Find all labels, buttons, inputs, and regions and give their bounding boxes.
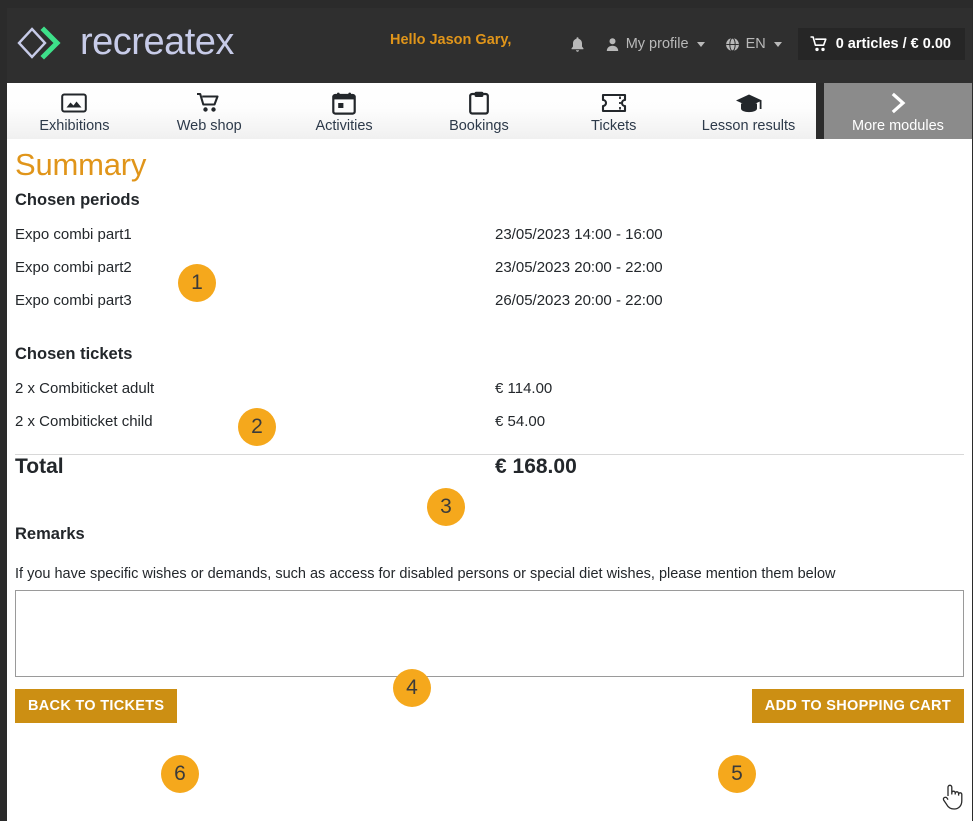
remarks-input[interactable] xyxy=(15,590,964,677)
nav-label-bookings: Bookings xyxy=(449,118,509,134)
image-icon xyxy=(61,90,88,116)
annotation-badge-2: 2 xyxy=(238,408,276,446)
nav-item-more-modules[interactable]: More modules xyxy=(823,83,972,139)
chosen-tickets-list: 2 x Combiticket adult € 114.00 2 x Combi… xyxy=(15,380,964,446)
page-title: Summary xyxy=(15,147,147,182)
site-header: recreatex Hello Jason Gary, My profile E… xyxy=(7,8,972,83)
notifications-button[interactable] xyxy=(560,31,595,58)
globe-icon xyxy=(725,37,739,51)
brand-logo[interactable]: recreatex xyxy=(14,21,234,64)
brand-name: recreatex xyxy=(80,21,234,63)
cart-label: 0 articles / € 0.00 xyxy=(835,36,951,52)
calendar-icon xyxy=(332,90,356,116)
period-name: Expo combi part2 xyxy=(15,259,132,276)
nav-item-exhibitions[interactable]: Exhibitions xyxy=(7,83,142,139)
my-profile-menu[interactable]: My profile xyxy=(595,31,715,57)
nav-label-more-modules: More modules xyxy=(852,118,944,134)
remarks-description: If you have specific wishes or demands, … xyxy=(15,566,836,582)
main-content: Summary Chosen periods Expo combi part1 … xyxy=(7,139,972,813)
ticket-price: € 54.00 xyxy=(495,413,546,430)
recreatex-logo-icon xyxy=(17,25,61,60)
nav-item-activities[interactable]: Activities xyxy=(277,83,412,139)
greeting-text: Hello Jason Gary, xyxy=(390,32,512,48)
shopping-cart-icon xyxy=(196,90,222,116)
add-to-shopping-cart-button[interactable]: ADD TO SHOPPING CART xyxy=(751,689,964,723)
user-icon xyxy=(606,37,618,51)
period-row: Expo combi part3 26/05/2023 20:00 - 22:0… xyxy=(15,292,964,325)
nav-label-exhibitions: Exhibitions xyxy=(39,118,110,134)
window-top-strip xyxy=(0,0,973,8)
chevron-right-icon xyxy=(888,90,908,116)
application-window: recreatex Hello Jason Gary, My profile E… xyxy=(0,0,973,821)
main-navigation: Exhibitions Web shop Activities Bookings… xyxy=(7,83,972,139)
shopping-cart-icon xyxy=(810,36,827,52)
nav-label-activities: Activities xyxy=(315,118,373,134)
total-label: Total xyxy=(15,455,64,478)
period-name: Expo combi part1 xyxy=(15,226,132,243)
chosen-tickets-heading: Chosen tickets xyxy=(15,345,133,363)
nav-item-bookings[interactable]: Bookings xyxy=(411,83,546,139)
mouse-cursor-pointer xyxy=(942,784,963,810)
annotation-badge-1: 1 xyxy=(178,264,216,302)
annotation-badge-5: 5 xyxy=(718,755,756,793)
annotation-badge-6: 6 xyxy=(161,755,199,793)
shopping-cart-summary[interactable]: 0 articles / € 0.00 xyxy=(797,28,965,60)
language-menu[interactable]: EN xyxy=(715,31,792,57)
my-profile-label: My profile xyxy=(625,36,689,52)
form-actions: BACK TO TICKETS ADD TO SHOPPING CART xyxy=(15,689,964,723)
chosen-periods-heading: Chosen periods xyxy=(15,191,140,209)
window-left-strip xyxy=(0,8,7,821)
clipboard-icon xyxy=(468,90,490,116)
header-actions: My profile EN 0 articles / € 0.00 xyxy=(560,28,965,60)
period-datetime: 23/05/2023 14:00 - 16:00 xyxy=(495,226,663,243)
period-row: Expo combi part2 23/05/2023 20:00 - 22:0… xyxy=(15,259,964,292)
ticket-icon xyxy=(601,90,627,116)
back-to-tickets-button[interactable]: BACK TO TICKETS xyxy=(15,689,178,723)
ticket-name: 2 x Combiticket adult xyxy=(15,380,155,397)
nav-item-web-shop[interactable]: Web shop xyxy=(142,83,277,139)
nav-item-lesson-results[interactable]: Lesson results xyxy=(681,83,816,139)
nav-label-tickets: Tickets xyxy=(591,118,637,134)
period-datetime: 26/05/2023 20:00 - 22:00 xyxy=(495,292,663,309)
language-label: EN xyxy=(745,36,766,52)
bell-icon xyxy=(571,36,584,52)
remarks-heading: Remarks xyxy=(15,525,85,543)
nav-item-tickets[interactable]: Tickets xyxy=(546,83,681,139)
period-datetime: 23/05/2023 20:00 - 22:00 xyxy=(495,259,663,276)
nav-label-lesson-results: Lesson results xyxy=(701,118,796,134)
annotation-badge-3: 3 xyxy=(427,488,465,526)
total-row: Total € 168.00 xyxy=(15,455,964,503)
ticket-price: € 114.00 xyxy=(495,380,553,397)
chevron-down-icon xyxy=(696,41,705,47)
annotation-badge-4: 4 xyxy=(393,669,431,707)
total-value: € 168.00 xyxy=(495,455,577,478)
nav-label-web-shop: Web shop xyxy=(176,118,242,134)
period-row: Expo combi part1 23/05/2023 14:00 - 16:0… xyxy=(15,226,964,259)
graduation-cap-icon xyxy=(735,90,763,116)
chosen-periods-list: Expo combi part1 23/05/2023 14:00 - 16:0… xyxy=(15,226,964,325)
ticket-row: 2 x Combiticket adult € 114.00 xyxy=(15,380,964,413)
period-name: Expo combi part3 xyxy=(15,292,132,309)
nav-spacer xyxy=(815,83,824,139)
ticket-row: 2 x Combiticket child € 54.00 xyxy=(15,413,964,446)
chevron-down-icon xyxy=(773,41,782,47)
